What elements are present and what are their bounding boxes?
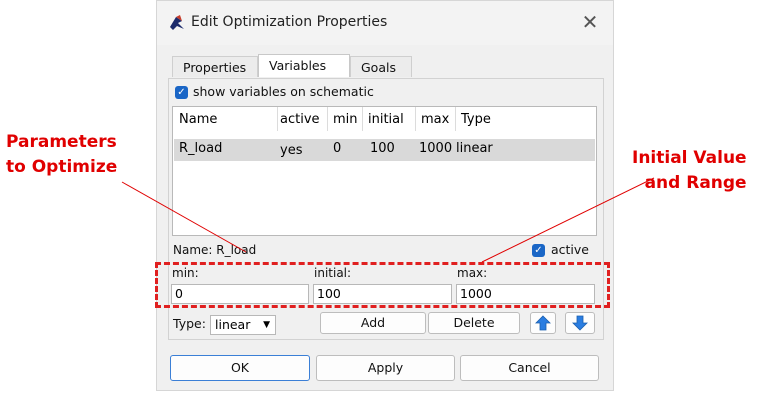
variables-list[interactable]: Name active min initial max Type R_load … bbox=[172, 106, 597, 236]
dialog-title: Edit Optimization Properties bbox=[191, 14, 388, 30]
ok-button[interactable]: OK bbox=[170, 355, 310, 381]
apply-button[interactable]: Apply bbox=[316, 355, 455, 381]
col-separator bbox=[327, 107, 328, 131]
active-label: active bbox=[551, 242, 589, 257]
annotation-initial-line1: Initial Value bbox=[632, 148, 747, 168]
chevron-down-icon: ▼ bbox=[263, 320, 270, 330]
annotation-parameters-line2: to Optimize bbox=[6, 157, 118, 177]
type-label: Type: bbox=[173, 316, 206, 331]
col-separator bbox=[277, 107, 278, 131]
tab-properties[interactable]: Properties bbox=[172, 56, 258, 77]
active-checkbox[interactable]: ✓ bbox=[532, 244, 545, 257]
col-separator bbox=[362, 107, 363, 131]
col-header-initial[interactable]: initial bbox=[368, 112, 404, 127]
tab-variables[interactable]: Variables bbox=[258, 54, 350, 77]
col-header-min[interactable]: min bbox=[333, 112, 358, 127]
annotation-parameters: Parameters to Optimize bbox=[6, 130, 117, 180]
col-separator bbox=[455, 107, 456, 131]
move-down-button[interactable] bbox=[565, 312, 595, 334]
app-logo-icon bbox=[170, 15, 184, 30]
cell-initial: 100 bbox=[370, 141, 395, 156]
add-button[interactable]: Add bbox=[320, 312, 426, 334]
range-highlight-box bbox=[155, 262, 610, 308]
close-icon[interactable]: ✕ bbox=[577, 9, 603, 35]
annotation-parameters-line1: Parameters bbox=[6, 132, 117, 152]
down-arrow-icon bbox=[572, 315, 588, 331]
type-select-value: linear bbox=[215, 317, 251, 332]
col-header-active[interactable]: active bbox=[280, 112, 320, 127]
col-separator bbox=[415, 107, 416, 131]
annotation-initial-line2: and Range bbox=[644, 173, 747, 193]
col-header-max[interactable]: max bbox=[421, 112, 449, 127]
cell-active: yes bbox=[280, 143, 303, 158]
delete-button[interactable]: Delete bbox=[428, 312, 520, 334]
col-header-type[interactable]: Type bbox=[461, 112, 491, 127]
title-bar: Edit Optimization Properties ✕ bbox=[157, 1, 613, 45]
selected-name-label: Name: R_load bbox=[173, 243, 257, 257]
cell-min: 0 bbox=[333, 141, 342, 156]
move-up-button[interactable] bbox=[530, 312, 556, 334]
col-header-name[interactable]: Name bbox=[179, 112, 217, 127]
up-arrow-icon bbox=[535, 315, 551, 331]
cell-type: linear bbox=[456, 141, 493, 156]
annotation-initial-range: Initial Value and Range bbox=[632, 146, 747, 196]
tab-goals[interactable]: Goals bbox=[350, 56, 412, 77]
cell-max: 1000 bbox=[419, 141, 453, 156]
show-variables-checkbox[interactable]: ✓ bbox=[175, 86, 188, 99]
cancel-button[interactable]: Cancel bbox=[460, 355, 599, 381]
cell-name: R_load bbox=[179, 141, 223, 156]
show-variables-label: show variables on schematic bbox=[193, 84, 374, 99]
type-select[interactable]: linear ▼ bbox=[210, 315, 276, 335]
